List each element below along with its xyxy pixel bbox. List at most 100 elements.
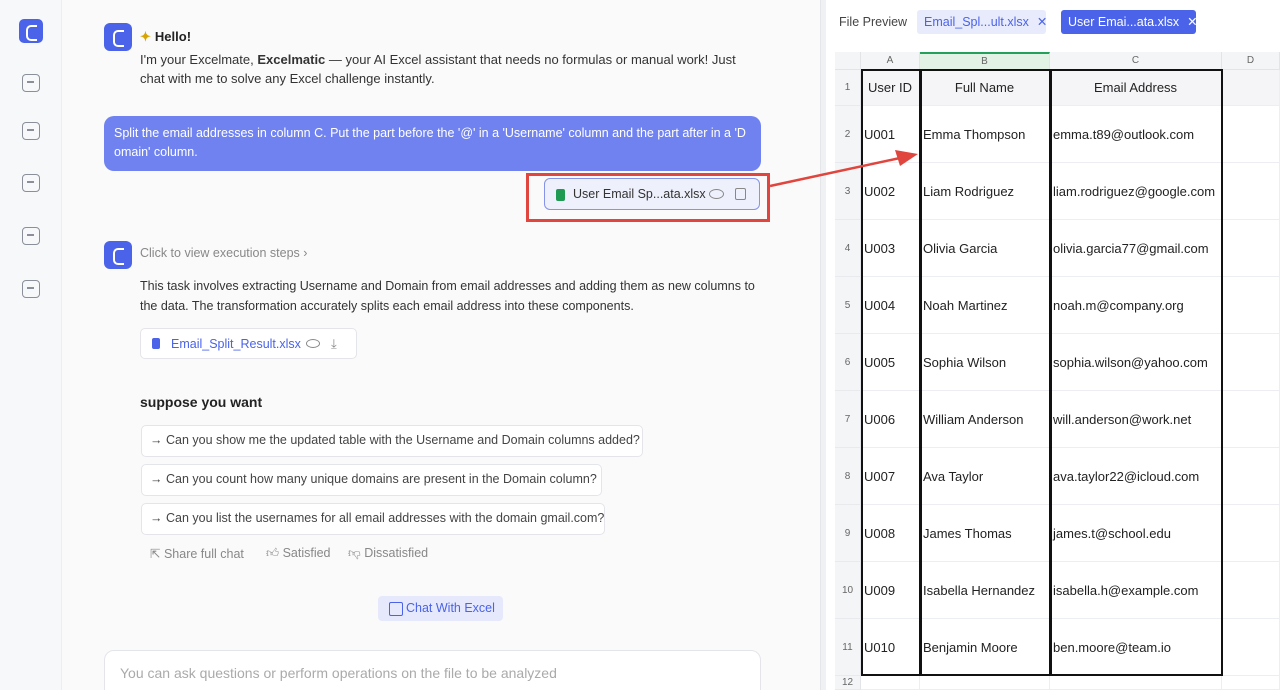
suggestion-item[interactable]: → Can you show me the updated table with… xyxy=(141,425,643,457)
tab-source-file[interactable]: User Emai...ata.xlsx ✕ xyxy=(1061,10,1198,34)
suggestion-item[interactable]: → Can you list the usernames for all ema… xyxy=(141,503,605,535)
tab-label: User Emai...ata.xlsx xyxy=(1068,15,1180,29)
table-cell[interactable]: liam.rodriguez@google.com xyxy=(1050,163,1222,220)
execution-steps-link[interactable]: Click to view execution steps › xyxy=(140,246,307,260)
image-icon[interactable] xyxy=(22,174,40,192)
table-cell[interactable]: William Anderson xyxy=(920,391,1050,448)
table-cell[interactable] xyxy=(1222,448,1280,505)
table-cell[interactable]: isabella.h@example.com xyxy=(1050,562,1222,619)
table-cell[interactable] xyxy=(920,676,1050,690)
table-cell[interactable]: Noah Martinez xyxy=(920,277,1050,334)
left-rail xyxy=(0,0,62,690)
table-cell[interactable]: U009 xyxy=(861,562,920,619)
table-cell[interactable]: Emma Thompson xyxy=(920,106,1050,163)
table-cell[interactable]: emma.t89@outlook.com xyxy=(1050,106,1222,163)
column-header-c[interactable]: C xyxy=(1050,52,1222,70)
table-cell[interactable]: U008 xyxy=(861,505,920,562)
row-header[interactable]: 2 xyxy=(835,106,861,163)
column-header-b[interactable]: B xyxy=(920,52,1050,70)
table-cell[interactable]: U001 xyxy=(861,106,920,163)
table-cell[interactable]: Olivia Garcia xyxy=(920,220,1050,277)
table-cell[interactable]: Benjamin Moore xyxy=(920,619,1050,676)
dissatisfied-button[interactable]: 👎︎ Dissatisfied xyxy=(348,546,428,561)
table-cell[interactable] xyxy=(1222,277,1280,334)
satisfied-label: Satisfied xyxy=(282,546,331,560)
table-cell[interactable]: noah.m@company.org xyxy=(1050,277,1222,334)
header-cell[interactable]: User ID xyxy=(861,70,920,106)
table-cell[interactable] xyxy=(1222,505,1280,562)
file-icon[interactable] xyxy=(22,227,40,245)
row-header[interactable]: 12 xyxy=(835,676,861,690)
close-icon[interactable]: ✕ xyxy=(1187,15,1197,29)
table-cell[interactable] xyxy=(861,676,920,690)
table-cell[interactable]: ava.taylor22@icloud.com xyxy=(1050,448,1222,505)
apps-icon[interactable] xyxy=(22,280,40,298)
table-cell[interactable] xyxy=(1222,619,1280,676)
chat-input[interactable]: You can ask questions or perform operati… xyxy=(104,650,761,690)
table-cell[interactable]: ben.moore@team.io xyxy=(1050,619,1222,676)
attached-file-chip[interactable]: User Email Sp...ata.xlsx xyxy=(544,178,760,210)
row-header[interactable]: 11 xyxy=(835,619,861,676)
row-header[interactable]: 1 xyxy=(835,70,861,106)
row-header[interactable]: 9 xyxy=(835,505,861,562)
suggestion-item[interactable]: → Can you count how many unique domains … xyxy=(141,464,602,496)
table-cell[interactable]: U004 xyxy=(861,277,920,334)
tab-label: Email_Spl...ult.xlsx xyxy=(924,15,1029,29)
row-header[interactable]: 8 xyxy=(835,448,861,505)
table-cell[interactable]: U006 xyxy=(861,391,920,448)
result-file-name[interactable]: Email_Split_Result.xlsx xyxy=(171,337,301,351)
result-file-chip[interactable]: Email_Split_Result.xlsx ⤓ xyxy=(140,328,357,359)
column-header-d[interactable]: D xyxy=(1222,52,1280,70)
table-cell[interactable] xyxy=(1050,676,1222,690)
table-cell[interactable]: U010 xyxy=(861,619,920,676)
sparkle-icon: ✦ xyxy=(140,29,151,44)
table-cell[interactable]: U003 xyxy=(861,220,920,277)
eye-icon[interactable] xyxy=(306,339,320,348)
chevron-right-icon: › xyxy=(303,246,308,260)
table-cell[interactable]: olivia.garcia77@gmail.com xyxy=(1050,220,1222,277)
table-cell[interactable] xyxy=(1222,562,1280,619)
table-cell[interactable] xyxy=(1222,106,1280,163)
table-cell[interactable]: sophia.wilson@yahoo.com xyxy=(1050,334,1222,391)
table-cell[interactable] xyxy=(1222,334,1280,391)
table-cell[interactable] xyxy=(1222,220,1280,277)
header-cell[interactable]: Email Address xyxy=(1050,70,1222,106)
table-cell[interactable]: U005 xyxy=(861,334,920,391)
file-preview-title: File Preview xyxy=(839,15,908,29)
chat-with-excel-button[interactable]: Chat With Excel xyxy=(378,596,503,621)
row-header[interactable]: 6 xyxy=(835,334,861,391)
table-cell[interactable]: james.t@school.edu xyxy=(1050,505,1222,562)
app-logo-icon[interactable] xyxy=(19,19,43,43)
column-header-a[interactable]: A xyxy=(861,52,920,70)
intro-pre: I'm your Excelmate, xyxy=(140,52,258,67)
table-cell[interactable]: Ava Taylor xyxy=(920,448,1050,505)
table-cell[interactable]: Isabella Hernandez xyxy=(920,562,1050,619)
table-cell[interactable]: Sophia Wilson xyxy=(920,334,1050,391)
download-icon[interactable]: ⤓ xyxy=(331,336,337,352)
header-cell[interactable] xyxy=(1222,70,1280,106)
table-cell[interactable] xyxy=(1222,163,1280,220)
table-cell[interactable]: James Thomas xyxy=(920,505,1050,562)
table-cell[interactable]: will.anderson@work.net xyxy=(1050,391,1222,448)
close-icon[interactable]: ✕ xyxy=(1037,15,1047,29)
row-header[interactable]: 10 xyxy=(835,562,861,619)
header-cell[interactable]: Full Name xyxy=(920,70,1050,106)
share-chat-button[interactable]: ⇱ Share full chat xyxy=(150,546,244,561)
share-icon: ⇱ xyxy=(150,547,161,561)
table-cell[interactable] xyxy=(1222,676,1280,690)
row-header[interactable]: 5 xyxy=(835,277,861,334)
table-cell[interactable]: U002 xyxy=(861,163,920,220)
row-header[interactable]: 4 xyxy=(835,220,861,277)
dissatisfied-label: Dissatisfied xyxy=(364,546,429,560)
table-cell[interactable]: Liam Rodriguez xyxy=(920,163,1050,220)
satisfied-button[interactable]: 👍︎ Satisfied xyxy=(266,546,331,561)
sidebar-toggle-icon[interactable] xyxy=(22,74,40,92)
row-header[interactable]: 7 xyxy=(835,391,861,448)
copy-icon[interactable] xyxy=(735,188,746,200)
table-cell[interactable] xyxy=(1222,391,1280,448)
row-header[interactable]: 3 xyxy=(835,163,861,220)
table-cell[interactable]: U007 xyxy=(861,448,920,505)
new-chat-icon[interactable] xyxy=(22,122,40,140)
eye-icon[interactable] xyxy=(709,189,724,199)
tab-result-file[interactable]: Email_Spl...ult.xlsx ✕ xyxy=(917,10,1047,34)
